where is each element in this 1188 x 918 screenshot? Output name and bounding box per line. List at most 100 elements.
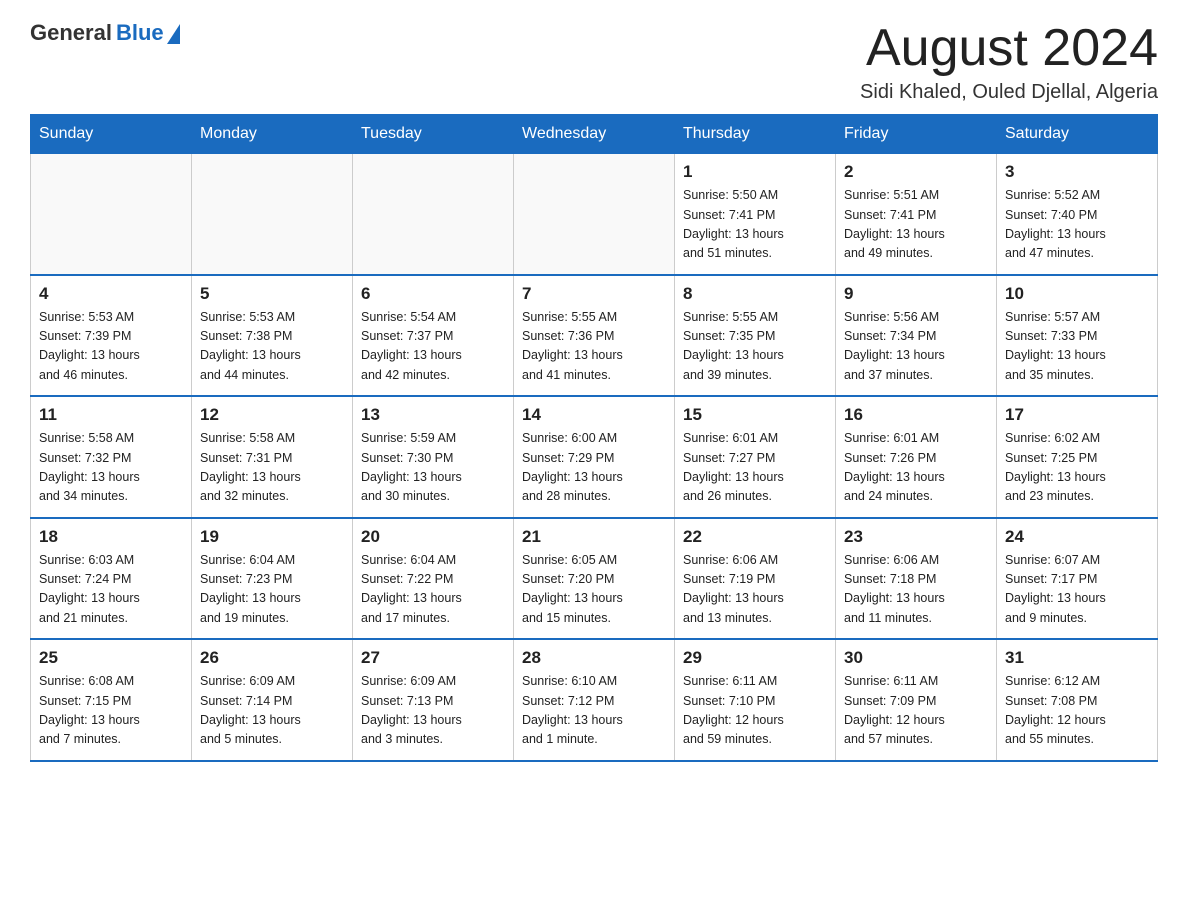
calendar-cell: 18 Sunrise: 6:03 AMSunset: 7:24 PMDayligh…: [31, 518, 192, 640]
calendar-cell: 13 Sunrise: 5:59 AMSunset: 7:30 PMDayligh…: [353, 396, 514, 518]
day-number: 4: [39, 284, 183, 304]
calendar-cell: 17 Sunrise: 6:02 AMSunset: 7:25 PMDayligh…: [997, 396, 1158, 518]
calendar-cell: [31, 154, 192, 275]
calendar-cell: 7 Sunrise: 5:55 AMSunset: 7:36 PMDaylight…: [514, 275, 675, 397]
calendar-cell: 10Sunrise: 5:57 AMSunset: 7:33 PMDayligh…: [997, 275, 1158, 397]
day-number: 13: [361, 405, 505, 425]
calendar-cell: 28Sunrise: 6:10 AMSunset: 7:12 PMDayligh…: [514, 639, 675, 761]
day-info: Sunrise: 6:03 AMSunset: 7:24 PMDaylight:…: [39, 551, 183, 629]
day-number: 16: [844, 405, 988, 425]
calendar-cell: 5 Sunrise: 5:53 AMSunset: 7:38 PMDaylight…: [192, 275, 353, 397]
calendar-cell: 11 Sunrise: 5:58 AMSunset: 7:32 PMDayligh…: [31, 396, 192, 518]
calendar-cell: 31 Sunrise: 6:12 AMSunset: 7:08 PMDayligh…: [997, 639, 1158, 761]
calendar-cell: 15 Sunrise: 6:01 AMSunset: 7:27 PMDayligh…: [675, 396, 836, 518]
calendar-cell: 25 Sunrise: 6:08 AMSunset: 7:15 PMDayligh…: [31, 639, 192, 761]
day-info: Sunrise: 6:11 AMSunset: 7:09 PMDaylight:…: [844, 672, 988, 750]
calendar-cell: 8 Sunrise: 5:55 AMSunset: 7:35 PMDaylight…: [675, 275, 836, 397]
calendar-cell: 9 Sunrise: 5:56 AMSunset: 7:34 PMDaylight…: [836, 275, 997, 397]
logo: General Blue: [30, 20, 180, 46]
calendar-cell: 26 Sunrise: 6:09 AMSunset: 7:14 PMDayligh…: [192, 639, 353, 761]
logo-blue-text: Blue: [116, 20, 164, 46]
day-info: Sunrise: 6:01 AMSunset: 7:27 PMDaylight:…: [683, 429, 827, 507]
page-header: General Blue August 2024 Sidi Khaled, Ou…: [30, 20, 1158, 104]
day-number: 30: [844, 648, 988, 668]
day-number: 5: [200, 284, 344, 304]
calendar-cell: 6 Sunrise: 5:54 AMSunset: 7:37 PMDaylight…: [353, 275, 514, 397]
day-info: Sunrise: 6:04 AMSunset: 7:23 PMDaylight:…: [200, 551, 344, 629]
day-number: 19: [200, 527, 344, 547]
day-info: Sunrise: 6:01 AMSunset: 7:26 PMDaylight:…: [844, 429, 988, 507]
header-day-wednesday: Wednesday: [514, 115, 675, 154]
day-info: Sunrise: 5:51 AMSunset: 7:41 PMDaylight:…: [844, 186, 988, 264]
header-day-tuesday: Tuesday: [353, 115, 514, 154]
calendar-cell: 1 Sunrise: 5:50 AMSunset: 7:41 PMDaylight…: [675, 154, 836, 275]
day-info: Sunrise: 5:59 AMSunset: 7:30 PMDaylight:…: [361, 429, 505, 507]
calendar-week-4: 18 Sunrise: 6:03 AMSunset: 7:24 PMDayligh…: [31, 518, 1158, 640]
calendar-cell: 12 Sunrise: 5:58 AMSunset: 7:31 PMDayligh…: [192, 396, 353, 518]
day-number: 18: [39, 527, 183, 547]
calendar-cell: 21Sunrise: 6:05 AMSunset: 7:20 PMDayligh…: [514, 518, 675, 640]
day-number: 23: [844, 527, 988, 547]
day-number: 14: [522, 405, 666, 425]
day-number: 9: [844, 284, 988, 304]
day-number: 2: [844, 162, 988, 182]
calendar-week-5: 25 Sunrise: 6:08 AMSunset: 7:15 PMDayligh…: [31, 639, 1158, 761]
calendar-cell: 2 Sunrise: 5:51 AMSunset: 7:41 PMDaylight…: [836, 154, 997, 275]
day-info: Sunrise: 6:02 AMSunset: 7:25 PMDaylight:…: [1005, 429, 1149, 507]
calendar-cell: 30 Sunrise: 6:11 AMSunset: 7:09 PMDayligh…: [836, 639, 997, 761]
calendar-table: SundayMondayTuesdayWednesdayThursdayFrid…: [30, 114, 1158, 762]
day-info: Sunrise: 6:00 AMSunset: 7:29 PMDaylight:…: [522, 429, 666, 507]
day-number: 24: [1005, 527, 1149, 547]
day-info: Sunrise: 6:09 AMSunset: 7:13 PMDaylight:…: [361, 672, 505, 750]
day-info: Sunrise: 5:53 AMSunset: 7:39 PMDaylight:…: [39, 308, 183, 386]
day-info: Sunrise: 5:53 AMSunset: 7:38 PMDaylight:…: [200, 308, 344, 386]
day-number: 17: [1005, 405, 1149, 425]
day-number: 22: [683, 527, 827, 547]
calendar-cell: [192, 154, 353, 275]
title-block: August 2024 Sidi Khaled, Ouled Djellal, …: [860, 20, 1158, 104]
day-info: Sunrise: 6:04 AMSunset: 7:22 PMDaylight:…: [361, 551, 505, 629]
day-number: 26: [200, 648, 344, 668]
calendar-week-2: 4 Sunrise: 5:53 AMSunset: 7:39 PMDaylight…: [31, 275, 1158, 397]
calendar-cell: 20 Sunrise: 6:04 AMSunset: 7:22 PMDayligh…: [353, 518, 514, 640]
day-number: 28: [522, 648, 666, 668]
day-number: 12: [200, 405, 344, 425]
calendar-cell: 23 Sunrise: 6:06 AMSunset: 7:18 PMDayligh…: [836, 518, 997, 640]
day-info: Sunrise: 5:52 AMSunset: 7:40 PMDaylight:…: [1005, 186, 1149, 264]
day-info: Sunrise: 5:54 AMSunset: 7:37 PMDaylight:…: [361, 308, 505, 386]
day-number: 15: [683, 405, 827, 425]
day-info: Sunrise: 6:06 AMSunset: 7:18 PMDaylight:…: [844, 551, 988, 629]
day-number: 25: [39, 648, 183, 668]
day-number: 6: [361, 284, 505, 304]
day-info: Sunrise: 5:55 AMSunset: 7:35 PMDaylight:…: [683, 308, 827, 386]
location-subtitle: Sidi Khaled, Ouled Djellal, Algeria: [860, 81, 1158, 104]
day-info: Sunrise: 5:56 AMSunset: 7:34 PMDaylight:…: [844, 308, 988, 386]
header-day-thursday: Thursday: [675, 115, 836, 154]
day-number: 8: [683, 284, 827, 304]
calendar-cell: 22 Sunrise: 6:06 AMSunset: 7:19 PMDayligh…: [675, 518, 836, 640]
header-day-sunday: Sunday: [31, 115, 192, 154]
calendar-cell: 14 Sunrise: 6:00 AMSunset: 7:29 PMDayligh…: [514, 396, 675, 518]
header-day-saturday: Saturday: [997, 115, 1158, 154]
day-info: Sunrise: 6:09 AMSunset: 7:14 PMDaylight:…: [200, 672, 344, 750]
logo-triangle-icon: [167, 24, 180, 44]
day-number: 7: [522, 284, 666, 304]
day-info: Sunrise: 5:58 AMSunset: 7:32 PMDaylight:…: [39, 429, 183, 507]
day-number: 3: [1005, 162, 1149, 182]
day-info: Sunrise: 6:12 AMSunset: 7:08 PMDaylight:…: [1005, 672, 1149, 750]
day-info: Sunrise: 5:50 AMSunset: 7:41 PMDaylight:…: [683, 186, 827, 264]
day-number: 31: [1005, 648, 1149, 668]
day-number: 20: [361, 527, 505, 547]
calendar-week-3: 11 Sunrise: 5:58 AMSunset: 7:32 PMDayligh…: [31, 396, 1158, 518]
day-number: 1: [683, 162, 827, 182]
day-number: 10: [1005, 284, 1149, 304]
calendar-cell: 19 Sunrise: 6:04 AMSunset: 7:23 PMDayligh…: [192, 518, 353, 640]
day-number: 11: [39, 405, 183, 425]
day-info: Sunrise: 5:58 AMSunset: 7:31 PMDaylight:…: [200, 429, 344, 507]
calendar-cell: 24Sunrise: 6:07 AMSunset: 7:17 PMDayligh…: [997, 518, 1158, 640]
calendar-week-1: 1 Sunrise: 5:50 AMSunset: 7:41 PMDaylight…: [31, 154, 1158, 275]
calendar-cell: [353, 154, 514, 275]
day-info: Sunrise: 6:06 AMSunset: 7:19 PMDaylight:…: [683, 551, 827, 629]
day-info: Sunrise: 5:55 AMSunset: 7:36 PMDaylight:…: [522, 308, 666, 386]
day-info: Sunrise: 6:08 AMSunset: 7:15 PMDaylight:…: [39, 672, 183, 750]
